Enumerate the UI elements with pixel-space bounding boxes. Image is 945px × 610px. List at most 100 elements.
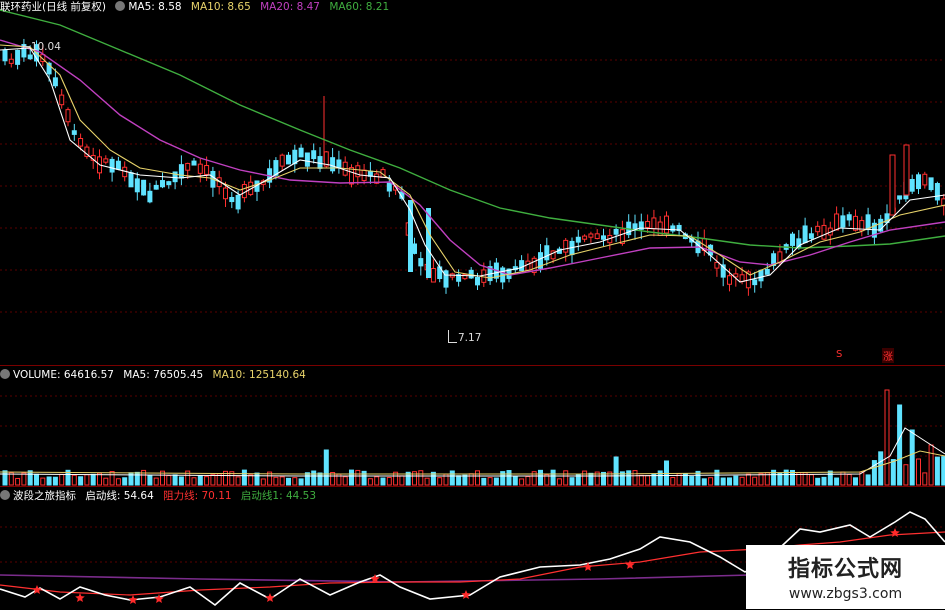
volume-bar <box>323 449 329 486</box>
volume-bar <box>670 476 676 486</box>
volume-bar <box>468 473 474 486</box>
candle-body <box>223 187 228 200</box>
volume-bar <box>865 474 871 486</box>
volume-bar <box>241 469 247 486</box>
signal-star-icon <box>265 593 275 603</box>
watermark-logo: 指标公式网 www.zbgs3.com <box>746 545 945 609</box>
candle-body <box>544 245 550 261</box>
candle-body <box>115 160 121 170</box>
volume-bar <box>34 473 39 486</box>
volume-bar <box>512 475 518 486</box>
volume-bar <box>27 470 33 486</box>
qidong-line-label: 启动线: 54.64 <box>85 490 154 502</box>
ma5-line <box>0 47 945 283</box>
volume-bar <box>720 477 726 486</box>
candle-body <box>134 178 140 193</box>
candle-body <box>298 147 304 158</box>
low-price-label: 7.17 <box>448 330 481 344</box>
candle-body <box>934 183 940 201</box>
candle-body <box>594 233 600 239</box>
volume-bar <box>103 477 109 486</box>
candle-body <box>336 159 342 168</box>
price-chart-pane[interactable]: 联环药业(日线 前复权) MA5: 8.58 MA10: 8.65 MA20: … <box>0 0 945 365</box>
settings-dot-icon[interactable] <box>0 490 10 500</box>
settings-dot-icon[interactable] <box>0 369 10 379</box>
volume-bar <box>632 470 638 486</box>
high-price-label: ←10.04 <box>22 41 61 53</box>
candle-body <box>286 154 291 165</box>
signal-star-icon <box>154 594 164 604</box>
candle-body <box>575 236 581 243</box>
candle-body <box>714 261 720 269</box>
volume-bar <box>197 475 203 486</box>
volume-bar <box>52 476 58 486</box>
volume-bar <box>834 477 840 486</box>
stock-title: 联环药业(日线 前复权) <box>0 1 107 13</box>
candle-body <box>519 260 525 272</box>
candle-body <box>235 194 241 210</box>
volume-bar <box>506 470 512 486</box>
price-chart[interactable] <box>0 0 945 365</box>
ma20-price-label: MA20: 8.47 <box>260 1 320 13</box>
volume-bar <box>569 477 575 486</box>
signal-marker-zhang: 涨 <box>882 348 894 363</box>
indicator-title: 波段之旅指标 <box>0 490 76 502</box>
volume-bar <box>821 476 827 486</box>
volume-bar <box>147 474 153 486</box>
volume-bar <box>40 477 46 486</box>
volume-bar <box>645 475 651 486</box>
volume-bar <box>204 476 210 486</box>
candle-body <box>185 162 191 171</box>
volume-bar <box>689 476 695 486</box>
candle-body <box>645 221 651 228</box>
volume-bar <box>853 477 858 486</box>
volume-bar <box>317 472 323 486</box>
volume-bar <box>59 473 65 486</box>
volume-bar <box>846 474 852 486</box>
high-arrow-icon: ← <box>22 41 31 53</box>
volume-bar <box>588 472 594 486</box>
candle-body <box>889 154 896 216</box>
candle-body <box>27 54 33 60</box>
candle-body <box>853 215 858 231</box>
volume-bar <box>525 476 531 486</box>
volume-bar <box>172 474 178 486</box>
indicator-legend: 波段之旅指标 启动线: 54.64 阻力线: 70.11 启动线1: 44.53 <box>0 489 322 503</box>
volume-bar <box>248 474 254 486</box>
zuli-line-label: 阻力线: 70.11 <box>163 490 232 502</box>
candle-body <box>52 77 58 87</box>
candle-body <box>897 195 903 200</box>
volume-bar <box>166 475 172 486</box>
volume-chart[interactable] <box>0 366 945 486</box>
volume-bar <box>115 478 121 486</box>
candle-body <box>834 213 840 231</box>
volume-bar <box>122 477 128 486</box>
volume-bar <box>279 476 285 486</box>
candle-body <box>418 258 424 267</box>
candle-body <box>166 181 172 186</box>
candle-body <box>241 184 247 199</box>
volume-bar <box>739 476 745 486</box>
volume-bar <box>878 451 884 486</box>
volume-bar <box>934 456 940 486</box>
settings-dot-icon[interactable] <box>115 1 126 11</box>
volume-chart-pane[interactable]: VOLUME: 64616.57 MA5: 76505.45 MA10: 125… <box>0 365 945 486</box>
volume-bar <box>903 464 909 486</box>
signal-star-icon <box>625 560 635 570</box>
volume-bar <box>235 476 241 486</box>
volume-bar <box>374 476 380 486</box>
candle-body <box>613 228 619 235</box>
volume-legend: VOLUME: 64616.57 MA5: 76505.45 MA10: 125… <box>0 368 312 382</box>
volume-bar <box>46 476 52 486</box>
candle-body <box>59 94 65 106</box>
volume-bar <box>361 470 367 486</box>
candle-body <box>65 109 71 123</box>
candle-body <box>922 173 928 186</box>
candle-body <box>229 196 235 203</box>
volume-bar <box>827 470 833 486</box>
volume-bar <box>745 473 751 486</box>
volume-bar <box>418 470 424 486</box>
volume-bar <box>897 404 903 486</box>
candle-body <box>8 58 14 64</box>
volume-bar <box>582 470 588 486</box>
